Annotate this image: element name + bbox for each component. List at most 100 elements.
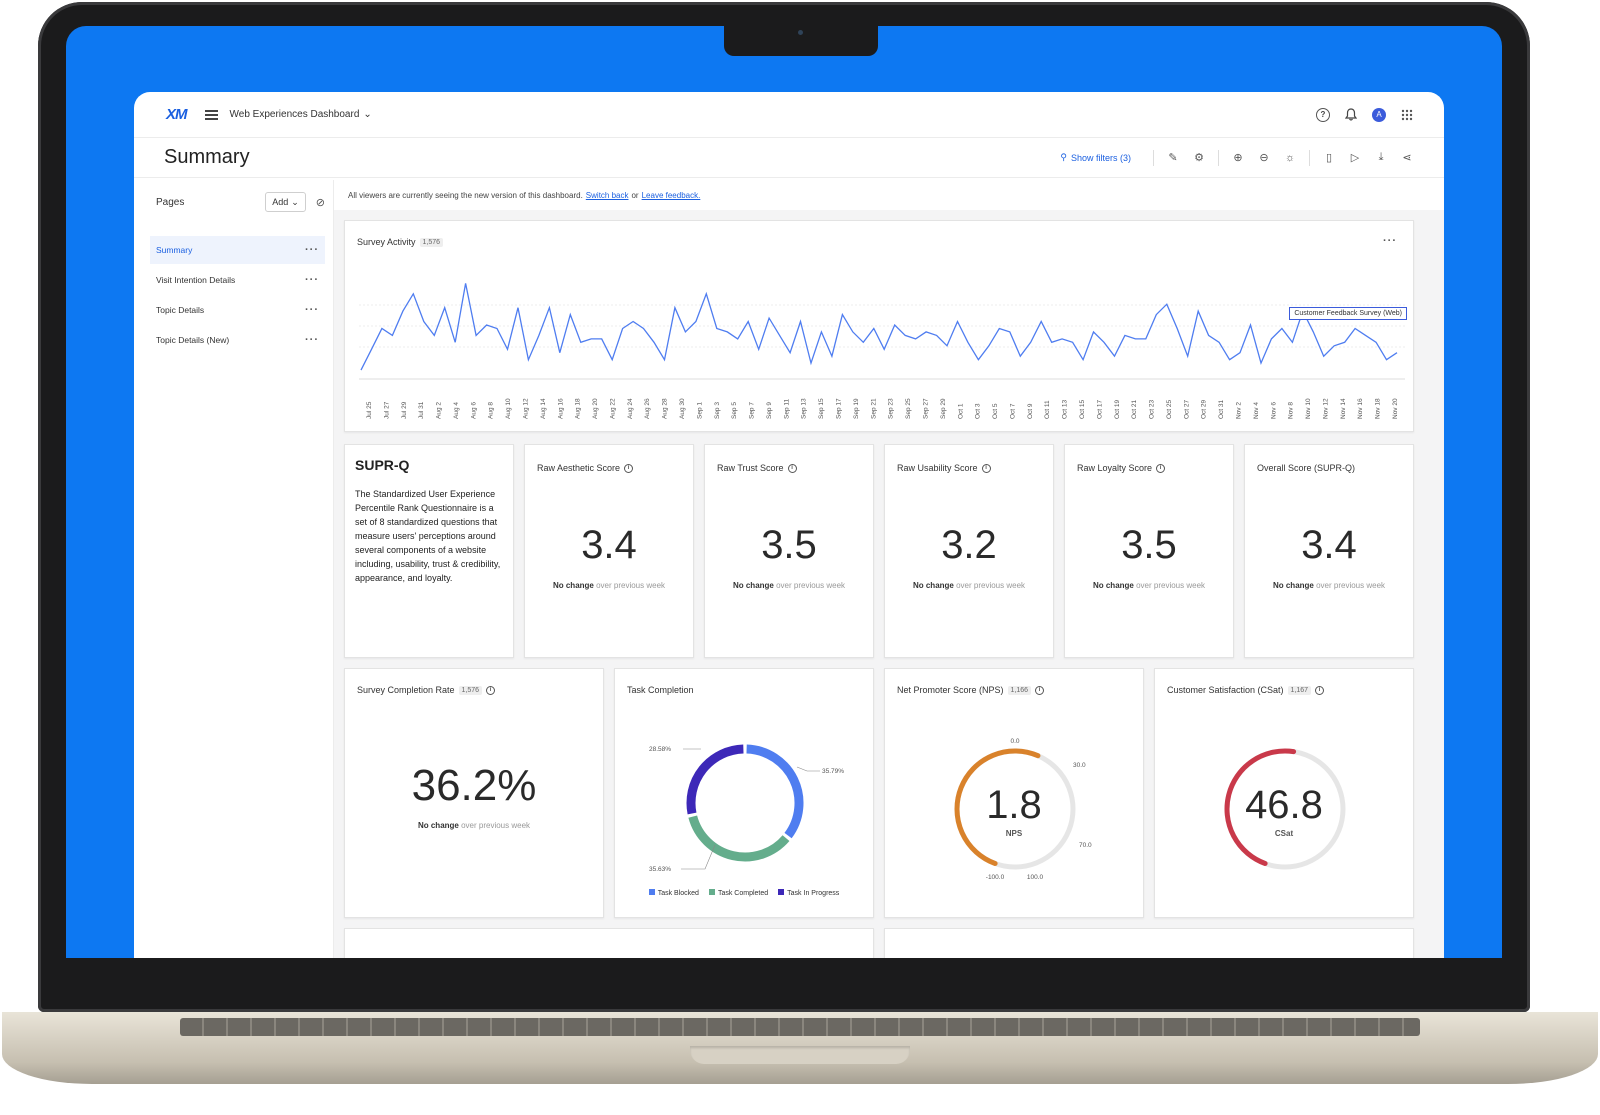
- x-tick-label: Aug 6: [470, 402, 477, 419]
- play-icon[interactable]: ▷: [1348, 151, 1362, 165]
- x-tick-label: Oct 1: [957, 403, 964, 419]
- kpi-period: over previous week: [1136, 581, 1206, 590]
- keyboard-edge: [180, 1018, 1420, 1036]
- legend-label: Task Completed: [717, 890, 769, 897]
- x-tick-label: Nov 10: [1305, 398, 1312, 419]
- x-tick-label: Aug 20: [592, 398, 599, 419]
- info-icon[interactable]: i: [787, 463, 797, 473]
- kpi-card-usability: Raw Usability Score i 3.2 No change over…: [884, 444, 1054, 658]
- dashboard-selector[interactable]: Web Experiences Dashboard ⌄: [230, 109, 372, 120]
- donut-legend: Task Blocked Task Completed Task In Prog…: [615, 889, 873, 897]
- zoom-out-icon[interactable]: ⊖: [1257, 151, 1271, 165]
- x-tick-label: Nov 12: [1322, 398, 1329, 419]
- x-tick-label: Oct 19: [1114, 399, 1121, 419]
- legend-label: Task In Progress: [787, 890, 840, 897]
- x-tick-label: Nov 6: [1270, 402, 1277, 419]
- camera-notch: [724, 26, 878, 56]
- legend-label: Customer Feedback Survey (Web): [1294, 310, 1402, 317]
- x-axis-ticks: Jul 25 Jul 27 Jul 29 Jul 31 Aug 2 Aug 4 Aug 6 A…: [366, 398, 1399, 419]
- donut-slice-task-blocked: [746, 744, 804, 839]
- info-icon[interactable]: i: [486, 685, 496, 695]
- show-filters-button[interactable]: ⚲ Show filters (3): [1060, 152, 1131, 163]
- x-tick-label: Jul 27: [383, 401, 390, 419]
- sidebar-item-topic-details-new[interactable]: Topic Details (New) ···: [150, 326, 325, 354]
- x-tick-label: Oct 23: [1149, 399, 1156, 419]
- x-tick-label: Aug 2: [436, 402, 443, 419]
- add-page-button[interactable]: Add ⌄: [265, 192, 306, 212]
- top-bar: XM Web Experiences Dashboard ⌄ ? A: [134, 92, 1444, 138]
- kpi-value: 3.2: [941, 523, 997, 567]
- gear-icon[interactable]: ⚙: [1192, 151, 1206, 165]
- csat-unit: CSat: [1274, 829, 1294, 838]
- unpin-icon[interactable]: ⊘: [316, 196, 325, 209]
- kpi-change: No change: [732, 581, 774, 590]
- legend-item-task-in-progress: Task In Progress: [778, 889, 839, 897]
- x-tick-label: Oct 7: [1009, 403, 1016, 419]
- x-tick-label: Sep 5: [731, 402, 738, 419]
- sidebar-item-summary[interactable]: Summary ···: [150, 236, 325, 264]
- info-icon[interactable]: i: [981, 463, 991, 473]
- lightbulb-icon[interactable]: ☼: [1283, 151, 1297, 165]
- menu-icon[interactable]: [204, 109, 218, 120]
- more-options-icon[interactable]: ···: [305, 244, 319, 256]
- xm-logo[interactable]: XM: [166, 106, 187, 123]
- response-count-badge: 1,576: [458, 685, 483, 695]
- dashboard-main: All viewers are currently seeing the new…: [334, 180, 1444, 958]
- kpi-title: Raw Usability Score: [897, 463, 978, 473]
- x-tick-label: Nov 8: [1288, 402, 1295, 419]
- download-icon[interactable]: ⤓: [1374, 151, 1388, 165]
- sidebar-item-topic-details[interactable]: Topic Details ···: [150, 296, 325, 324]
- share-icon[interactable]: ⋖: [1400, 151, 1414, 165]
- x-tick-label: Sep 13: [801, 398, 808, 419]
- survey-activity-card: Survey Activity 1,576 ··· Jul 25 Jul 27 Ju…: [344, 220, 1414, 432]
- x-tick-label: Aug 12: [523, 398, 530, 419]
- title-bar: Summary ⚲ Show filters (3) ✎ ⚙ ⊕ ⊖ ☼ ▯ ▷…: [134, 138, 1444, 178]
- x-tick-label: Aug 16: [557, 398, 564, 419]
- x-tick-label: Aug 14: [540, 398, 547, 419]
- divider: [1153, 149, 1154, 166]
- kpi-value: 36.2%: [411, 761, 537, 810]
- bell-icon[interactable]: [1344, 108, 1358, 122]
- slice-label-task-in-progress: 28.58%: [649, 746, 671, 753]
- label-leader: [796, 766, 820, 772]
- avatar[interactable]: A: [1372, 107, 1386, 122]
- x-tick-label: Jul 31: [418, 401, 425, 419]
- x-tick-label: Aug 26: [644, 398, 651, 419]
- x-tick-label: Oct 15: [1079, 399, 1086, 419]
- sidebar-item-visit-intention-details[interactable]: Visit Intention Details ···: [150, 266, 325, 294]
- info-icon[interactable]: i: [624, 463, 634, 473]
- sidebar-item-label: Summary: [156, 245, 193, 255]
- kpi-card-loyalty: Raw Loyalty Score i 3.5 No change over p…: [1064, 444, 1234, 658]
- x-tick-label: Aug 10: [505, 398, 512, 419]
- more-options-icon[interactable]: ···: [305, 274, 319, 286]
- mobile-icon[interactable]: ▯: [1322, 151, 1336, 165]
- kpi-change: No change: [552, 581, 594, 590]
- csat-value: 46.8: [1245, 783, 1323, 827]
- divider: [1309, 149, 1310, 166]
- kpi-change: No change: [912, 581, 954, 590]
- sidebar-item-label: Topic Details (New): [156, 335, 230, 345]
- donut-slices: [686, 744, 804, 862]
- task-completion-card: Task Completion 35.79% 28.58% 35.63% Tas…: [614, 668, 874, 918]
- add-label: Add: [272, 197, 289, 207]
- more-options-icon[interactable]: ···: [305, 334, 319, 346]
- x-tick-label: Aug 18: [575, 398, 582, 419]
- leave-feedback-link[interactable]: Leave feedback.: [642, 191, 701, 200]
- kpi-change: No change: [1272, 581, 1314, 590]
- info-icon[interactable]: i: [1156, 463, 1166, 473]
- apps-grid-icon[interactable]: [1400, 108, 1414, 122]
- zoom-in-icon[interactable]: ⊕: [1231, 151, 1245, 165]
- x-tick-label: Nov 14: [1340, 398, 1347, 419]
- x-tick-label: Oct 3: [975, 403, 982, 419]
- notice-or: or: [631, 190, 639, 200]
- edit-icon[interactable]: ✎: [1166, 151, 1180, 165]
- help-icon[interactable]: ?: [1316, 107, 1330, 122]
- kpi-value: 3.5: [761, 523, 817, 567]
- x-tick-label: Sep 7: [749, 402, 756, 419]
- sidebar-item-label: Topic Details: [156, 305, 205, 315]
- pages-sidebar: Pages Add ⌄ ⊘ Summary ··· Visit Intentio…: [134, 180, 334, 958]
- switch-back-link[interactable]: Switch back: [586, 191, 629, 200]
- x-tick-label: Sep 15: [818, 398, 825, 419]
- legend-item-task-blocked: Task Blocked: [648, 889, 699, 897]
- more-options-icon[interactable]: ···: [305, 304, 319, 316]
